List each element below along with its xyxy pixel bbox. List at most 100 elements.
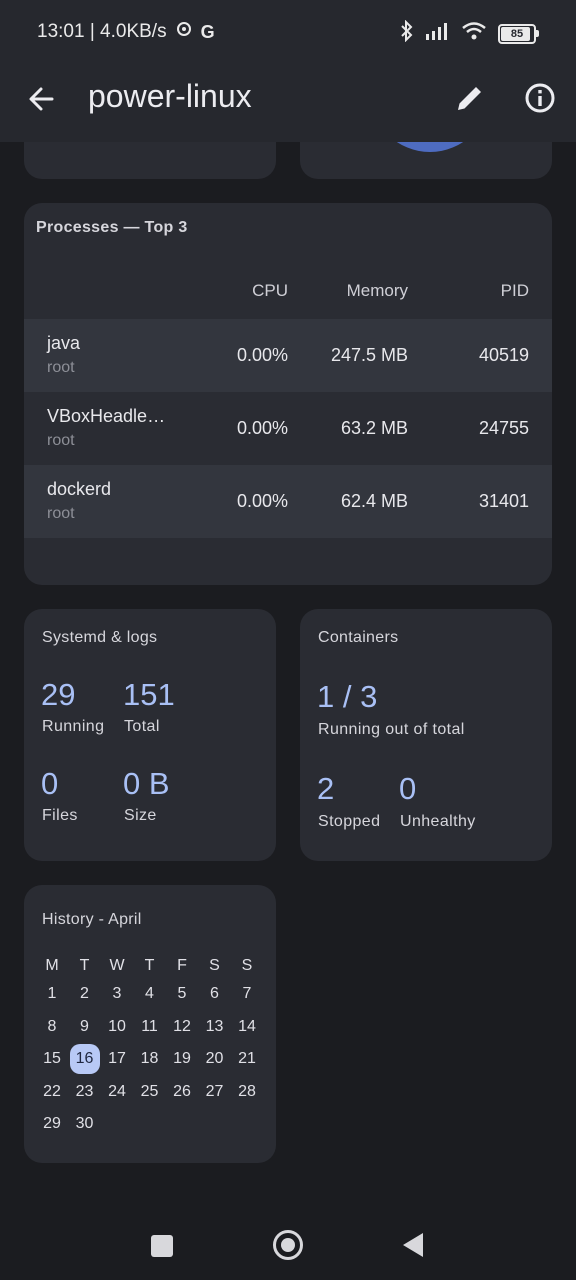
total-count: 151 (123, 677, 175, 712)
weekday-header: S (241, 957, 253, 974)
process-name: java (47, 333, 81, 353)
calendar-day[interactable]: 30 (70, 1115, 100, 1133)
signal-icon (426, 22, 450, 46)
content-scroll[interactable]: Processes — Top 3 CPU Memory PID java ro… (0, 142, 576, 1212)
column-header-memory[interactable]: Memory (347, 281, 408, 301)
containers-running-ratio: 1 / 3 (317, 679, 378, 714)
history-card[interactable]: History - April M T W T F S S 1 2 3 4 5 6 7 8 9 10 11 12 13… (24, 885, 276, 1163)
calendar-day[interactable]: 27 (200, 1083, 230, 1101)
size-value: 0 B (123, 766, 170, 801)
usage-pie-chart (370, 142, 490, 152)
calendar-day[interactable]: 22 (37, 1083, 67, 1101)
calendar-day[interactable]: 13 (200, 1018, 230, 1036)
unhealthy-label: Unhealthy (400, 813, 476, 830)
calendar-day[interactable]: 26 (167, 1083, 197, 1101)
calendar-day-selected[interactable]: 16 (69, 1044, 100, 1074)
containers-title: Containers (318, 629, 399, 646)
process-memory: 63.2 MB (340, 418, 408, 438)
battery-icon: 85 (498, 24, 539, 44)
systemd-logs-card[interactable]: Systemd & logs 29 Running 151 Total 0 Fi… (24, 609, 276, 861)
weekday-header: M (45, 957, 59, 974)
calendar-day[interactable]: 17 (102, 1050, 132, 1068)
calendar-day[interactable]: 18 (135, 1050, 165, 1068)
process-cpu: 0.00% (236, 345, 288, 365)
calendar-day[interactable]: 6 (200, 985, 230, 1003)
calendar-day[interactable]: 1 (37, 985, 67, 1003)
weekday-header: T (79, 957, 90, 974)
process-name: dockerd (47, 479, 112, 499)
containers-ratio-label: Running out of total (318, 721, 465, 738)
process-memory: 62.4 MB (340, 491, 408, 511)
column-header-cpu[interactable]: CPU (252, 281, 288, 301)
calendar-day[interactable]: 11 (135, 1018, 165, 1036)
process-row[interactable]: java root 0.00% 247.5 MB 40519 (24, 319, 552, 392)
calendar-day[interactable]: 25 (135, 1083, 165, 1101)
battery-level: 85 (510, 28, 524, 40)
calendar-day[interactable]: 7 (232, 985, 262, 1003)
page-title: power-linux (88, 78, 252, 114)
process-memory: 247.5 MB (330, 345, 408, 365)
calendar-day[interactable]: 28 (232, 1083, 262, 1101)
settings-notification-icon (175, 20, 193, 44)
process-user: root (47, 432, 75, 449)
process-user: root (47, 505, 75, 522)
running-count: 29 (41, 677, 76, 712)
process-cpu: 0.00% (236, 418, 288, 438)
partial-card-right (300, 142, 552, 179)
weekday-header: F (177, 957, 187, 974)
files-label: Files (42, 807, 78, 824)
app-bar: power-linux (0, 64, 576, 142)
calendar-day[interactable]: 19 (167, 1050, 197, 1068)
calendar-day[interactable]: 12 (167, 1018, 197, 1036)
recents-button[interactable] (151, 1235, 173, 1257)
process-pid: 40519 (478, 345, 529, 365)
partial-card-left (24, 142, 276, 179)
calendar-day[interactable]: 24 (102, 1083, 132, 1101)
calendar-day[interactable]: 2 (70, 985, 100, 1003)
process-row[interactable]: VBoxHeadle… root 0.00% 63.2 MB 24755 (24, 392, 552, 465)
containers-card[interactable]: Containers 1 / 3 Running out of total 2 … (300, 609, 552, 861)
calendar-day[interactable]: 29 (37, 1115, 67, 1133)
process-pid: 24755 (478, 418, 529, 438)
stopped-label: Stopped (318, 813, 381, 830)
process-cpu: 0.00% (236, 491, 288, 511)
calendar-day[interactable]: 21 (232, 1050, 262, 1068)
process-pid: 31401 (478, 491, 529, 511)
process-row[interactable]: dockerd root 0.00% 62.4 MB 31401 (24, 465, 552, 538)
calendar-day[interactable]: 10 (102, 1018, 132, 1036)
column-header-pid[interactable]: PID (501, 281, 529, 301)
info-icon[interactable] (522, 80, 558, 116)
weekday-header: W (109, 957, 125, 974)
size-label: Size (124, 807, 157, 824)
calendar-day[interactable]: 20 (200, 1050, 230, 1068)
status-time-speed: 13:01 | 4.0KB/s (37, 21, 167, 42)
running-label: Running (42, 718, 105, 735)
process-name: VBoxHeadle… (47, 406, 166, 426)
calendar-day[interactable]: 23 (70, 1083, 100, 1101)
calendar-day[interactable]: 5 (167, 985, 197, 1003)
calendar-day[interactable]: 4 (135, 985, 165, 1003)
calendar-day[interactable]: 3 (102, 985, 132, 1003)
status-bar: 13:01 | 4.0KB/s G 85 (0, 0, 576, 64)
total-label: Total (124, 718, 160, 735)
stopped-count: 2 (317, 771, 335, 806)
wifi-icon (462, 22, 486, 46)
unhealthy-count: 0 (399, 771, 417, 806)
back-button[interactable] (403, 1233, 423, 1257)
history-title: History - April (42, 911, 142, 928)
calendar-day[interactable]: 15 (37, 1050, 67, 1068)
home-button[interactable] (273, 1230, 303, 1260)
systemd-title: Systemd & logs (42, 629, 158, 646)
files-count: 0 (41, 766, 59, 801)
processes-card: Processes — Top 3 CPU Memory PID java ro… (24, 203, 552, 585)
weekday-header: S (209, 957, 220, 974)
calendar-day[interactable]: 9 (70, 1018, 100, 1036)
calendar-day[interactable]: 14 (232, 1018, 262, 1036)
bluetooth-icon (400, 19, 414, 48)
google-icon: G (200, 21, 215, 42)
process-user: root (47, 359, 75, 376)
calendar-day[interactable]: 8 (37, 1018, 67, 1036)
edit-pencil-icon[interactable] (452, 80, 488, 116)
processes-title: Processes — Top 3 (36, 219, 188, 236)
back-arrow-icon[interactable] (24, 81, 60, 117)
